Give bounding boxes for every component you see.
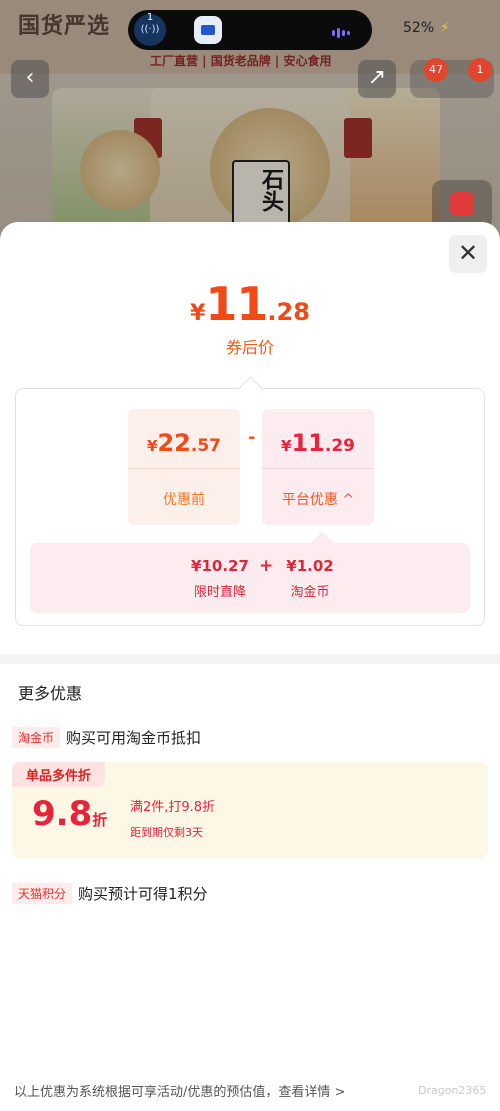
minus-sign: - xyxy=(248,427,256,448)
price-integer: 11 xyxy=(291,429,325,457)
taojinbi-discount: ¥1.02 淘金币 xyxy=(270,557,350,600)
price-before-label: 优惠前 xyxy=(163,492,205,508)
app-icon[interactable] xyxy=(194,16,222,44)
section-divider xyxy=(0,654,500,664)
multi-item-expiry: 距到期仅剩3天 xyxy=(130,826,203,839)
share-button[interactable]: ↗ xyxy=(358,60,396,98)
taojinbi-discount-value: ¥1.02 xyxy=(286,557,334,575)
discount-unit: 折 xyxy=(92,811,108,829)
multi-item-discount-value: 9.8折 xyxy=(32,794,107,834)
divider xyxy=(262,468,374,469)
footer-note-link[interactable]: 以上优惠为系统根据可享活动/优惠的预估值，查看详情 > xyxy=(14,1081,345,1100)
taojinbi-tag: 淘金币 xyxy=(12,727,61,748)
tmall-points-text: 购买预计可得1积分 xyxy=(78,885,208,903)
tmall-points-row: 天猫积分 购买预计可得1积分 xyxy=(12,883,488,904)
price-decimal: .57 xyxy=(190,436,221,456)
flash-discount-label: 限时直降 xyxy=(193,585,246,600)
currency-symbol: ¥ xyxy=(190,301,206,326)
currency-symbol: ¥ xyxy=(147,437,158,455)
price-before-card: ¥22.57 优惠前 xyxy=(128,409,240,525)
final-price-label: 券后价 xyxy=(225,338,274,357)
discount-number: 9.8 xyxy=(32,794,93,834)
taojinbi-row: 淘金币 购买可用淘金币抵扣 xyxy=(12,727,488,748)
platform-discount-card[interactable]: ¥11.29 平台优惠 ^ xyxy=(262,409,374,525)
audio-wave-icon xyxy=(332,22,358,38)
battery-level: 52% xyxy=(403,20,435,36)
multi-item-description: 满2件,打9.8折 xyxy=(130,800,216,815)
flash-discount-value: ¥10.27 xyxy=(191,557,249,575)
watermark: Dragon2365 xyxy=(418,1084,487,1097)
price-decimal: .28 xyxy=(267,298,310,326)
final-price: ¥11.28 xyxy=(0,277,500,331)
currency-symbol: ¥ xyxy=(281,437,292,455)
discount-detail: ¥10.27 限时直降 + ¥1.02 淘金币 xyxy=(30,543,470,613)
taojinbi-discount-label: 淘金币 xyxy=(290,585,330,600)
charging-icon: ⚡ xyxy=(440,20,450,36)
call-icon[interactable]: 1 ((·)) xyxy=(134,12,166,46)
flash-discount: ¥10.27 限时直降 xyxy=(180,557,260,600)
price-detail-sheet: ✕ ¥11.28 券后价 ¥22.57 优惠前 - ¥11.29 平台优惠 ^ … xyxy=(0,222,500,1111)
more-discounts-title: 更多优惠 xyxy=(18,684,83,703)
divider xyxy=(128,468,240,469)
price-integer: 22 xyxy=(157,429,191,457)
call-count: 1 xyxy=(146,12,154,23)
message-badge: 1 xyxy=(468,58,492,82)
back-button[interactable]: ‹ xyxy=(11,60,49,98)
close-button[interactable]: ✕ xyxy=(449,235,487,273)
platform-discount-label[interactable]: 平台优惠 ^ xyxy=(262,489,374,509)
multi-item-discount-card: 单品多件折 9.8折 满2件,打9.8折 距到期仅剩3天 xyxy=(12,762,488,858)
taojinbi-text: 购买可用淘金币抵扣 xyxy=(66,729,202,747)
price-integer: 11 xyxy=(205,277,268,331)
tmall-points-tag: 天猫积分 xyxy=(12,883,73,904)
cart-badge: 47 xyxy=(424,58,448,82)
price-decimal: .29 xyxy=(324,436,355,456)
multi-item-tag: 单品多件折 xyxy=(12,762,106,787)
price-breakdown: ¥22.57 优惠前 - ¥11.29 平台优惠 ^ ¥10.27 限时直降 +… xyxy=(15,388,485,626)
